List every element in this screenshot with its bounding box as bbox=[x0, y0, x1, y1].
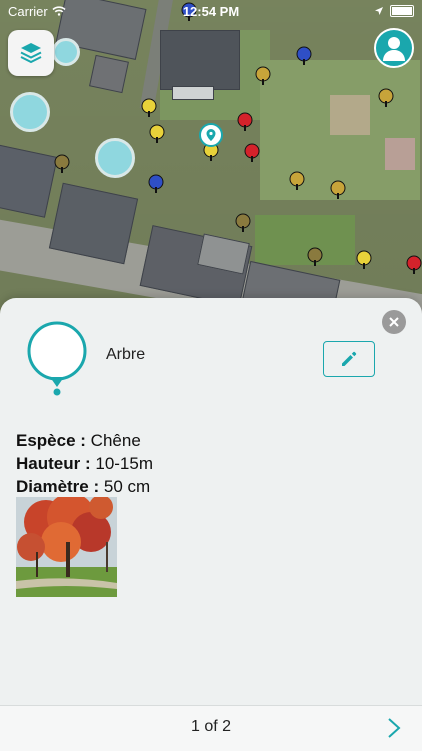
close-icon bbox=[389, 317, 399, 327]
tree-marker[interactable] bbox=[140, 98, 158, 118]
tree-marker[interactable] bbox=[148, 124, 166, 144]
layers-icon bbox=[20, 43, 42, 64]
property-key: Hauteur : bbox=[16, 454, 91, 473]
tree-marker[interactable] bbox=[234, 213, 252, 233]
feature-photo[interactable] bbox=[16, 497, 117, 597]
layers-button[interactable] bbox=[8, 30, 54, 76]
tree-marker[interactable] bbox=[405, 255, 422, 275]
tree-marker[interactable] bbox=[377, 88, 395, 108]
tree-marker[interactable] bbox=[53, 154, 71, 174]
property-row: Diamètre : 50 cm bbox=[16, 475, 153, 498]
status-time: 12:54 PM bbox=[182, 3, 240, 19]
property-value: 10-15m bbox=[95, 454, 153, 473]
page-indicator: 1 of 2 bbox=[190, 718, 232, 735]
tree-marker[interactable] bbox=[329, 180, 347, 200]
status-bar: Carrier 12:54 PM bbox=[0, 0, 422, 22]
edit-button[interactable] bbox=[323, 341, 375, 377]
satellite-map[interactable] bbox=[0, 0, 422, 330]
battery-icon bbox=[390, 5, 414, 17]
tree-marker[interactable] bbox=[243, 143, 261, 163]
property-key: Espèce : bbox=[16, 431, 86, 450]
wifi-icon bbox=[52, 6, 66, 16]
property-value: 50 cm bbox=[103, 477, 151, 496]
tree-marker[interactable] bbox=[355, 250, 373, 270]
feature-pin-icon bbox=[27, 321, 87, 396]
feature-type-label: Arbre bbox=[106, 346, 146, 363]
selected-location-marker[interactable] bbox=[199, 123, 223, 147]
property-row: Espèce : Chêne bbox=[16, 429, 153, 452]
profile-button[interactable] bbox=[374, 28, 414, 68]
property-value: Chêne bbox=[90, 431, 141, 450]
tree-marker[interactable] bbox=[306, 247, 324, 267]
tree-marker[interactable] bbox=[295, 46, 313, 66]
property-row: Hauteur : 10-15m bbox=[16, 452, 153, 475]
user-icon bbox=[383, 37, 405, 61]
next-chevron-icon[interactable] bbox=[386, 717, 402, 739]
carrier-label: Carrier bbox=[8, 3, 48, 19]
tree-marker[interactable] bbox=[236, 112, 254, 132]
pencil-icon bbox=[342, 351, 357, 366]
feature-properties: Espèce : Chêne Hauteur : 10-15m Diamètre… bbox=[16, 429, 153, 498]
tree-photo-image bbox=[16, 497, 117, 597]
property-key: Diamètre : bbox=[16, 477, 100, 496]
tree-marker[interactable] bbox=[147, 174, 165, 194]
feature-detail-sheet: Arbre Espèce : Chêne Hauteur : 10-15m Di… bbox=[0, 298, 422, 750]
location-pin-icon bbox=[206, 129, 216, 141]
tree-marker[interactable] bbox=[288, 171, 306, 191]
pager-footer: 1 of 2 bbox=[0, 705, 422, 751]
tree-marker[interactable] bbox=[254, 66, 272, 86]
close-button[interactable] bbox=[382, 310, 406, 334]
location-arrow-icon bbox=[375, 7, 383, 15]
